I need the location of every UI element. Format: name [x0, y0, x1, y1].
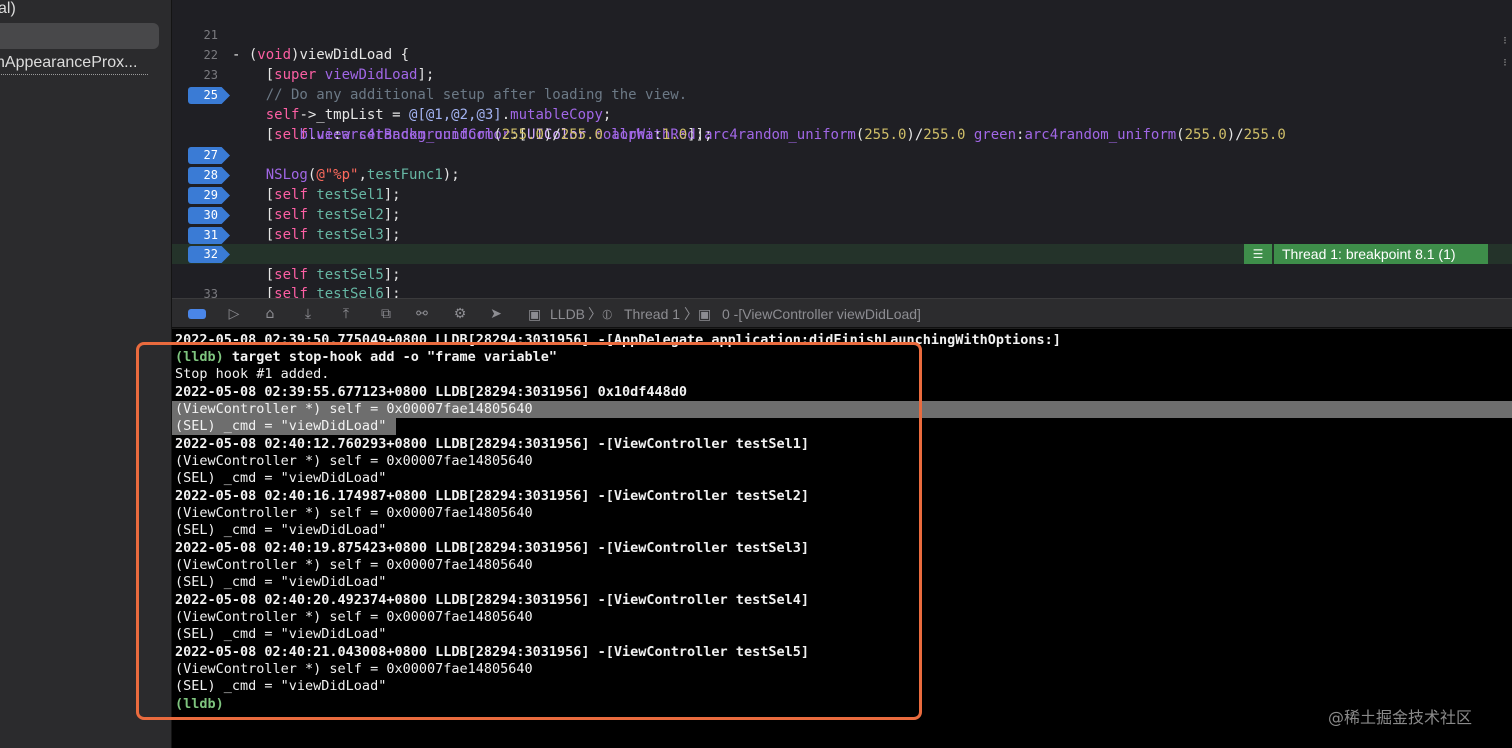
breakpoint-marker[interactable]: 29	[188, 187, 230, 204]
breakpoint-marker[interactable]: 31	[188, 227, 230, 244]
debug-bar: ▷ ⌂ ⤓ ⤒ ⧉ ⚯ ⚙ ➤ ▣ LLDB 〉 ⦶ Thread 1 〉 ▣ …	[172, 298, 1512, 328]
console-line: (SEL) _cmd = "viewDidLoad"	[175, 574, 387, 590]
console-command-line: (lldb) target stop-hook add -o "frame va…	[175, 349, 558, 365]
console-line: 2022-05-08 02:40:16.174987+0800 LLDB[282…	[175, 488, 809, 504]
chevron-right-icon: 〉	[684, 306, 698, 322]
watermark: @稀土掘金技术社区	[1328, 708, 1473, 727]
code-line: 29 [self testSel3];	[172, 185, 1512, 243]
console-line: (ViewController *) self = 0x00007fae1480…	[175, 557, 533, 573]
breakpoint-marker[interactable]: 27	[188, 147, 230, 164]
console-line: 2022-05-08 02:39:55.677123+0800 LLDB[282…	[175, 384, 688, 400]
step-out-icon[interactable]: ⤒	[336, 304, 356, 324]
breakpoint-marker[interactable]: 30	[188, 207, 230, 224]
debug-console[interactable]: 2022-05-08 02:39:50.775049+0800 LLDB[282…	[172, 329, 1512, 748]
crumb-process[interactable]: LLDB	[550, 304, 585, 324]
navigator-selected-row[interactable]	[0, 23, 159, 49]
console-line: 2022-05-08 02:40:21.043008+0800 LLDB[282…	[175, 644, 809, 660]
console-line: (SEL) _cmd = "viewDidLoad"	[175, 522, 387, 538]
console-line: 2022-05-08 02:40:20.492374+0800 LLDB[282…	[175, 592, 809, 608]
breakpoints-toggle-icon[interactable]	[188, 309, 206, 319]
memory-graph-icon[interactable]: ⚯	[412, 304, 432, 324]
code-line: 31 [self testSel5];	[172, 225, 1512, 283]
console-line: (ViewController *) self = 0x00007fae1480…	[175, 401, 533, 417]
minimap-glyph-icon: ⁝	[1503, 56, 1507, 69]
thread-icon: ⦶	[602, 306, 613, 322]
navigator-item[interactable]: nAppearanceProx...	[0, 54, 148, 75]
console-line: (ViewController *) self = 0x00007fae1480…	[175, 505, 533, 521]
code-line: 30 [self testSel4];	[172, 205, 1512, 263]
code-line: 25 [self.view setBackgroundColor:[UIColo…	[172, 85, 1512, 143]
console-line: 2022-05-08 02:39:50.775049+0800 LLDB[282…	[175, 332, 1061, 348]
console-line: (SEL) _cmd = "viewDidLoad"	[175, 418, 387, 434]
console-line: Stop hook #1 added.	[175, 366, 330, 382]
code-line: blue:arc4random_uniform(255.0)/255.0 alp…	[172, 105, 1512, 143]
continue-icon[interactable]: ▷	[224, 304, 244, 324]
console-line: 2022-05-08 02:40:19.875423+0800 LLDB[282…	[175, 540, 809, 556]
thread-menu-icon[interactable]: ☰	[1244, 244, 1272, 264]
simulate-location-icon[interactable]: ➤	[486, 304, 506, 324]
breakpoint-marker[interactable]: 28	[188, 167, 230, 184]
project-navigator: al) nAppearanceProx...	[0, 0, 172, 748]
code-line: 22 [super viewDidLoad];	[172, 25, 1512, 83]
code-line: 21 - (void)viewDidLoad {	[172, 5, 1512, 63]
view-hierarchy-icon[interactable]: ⧉	[376, 304, 396, 324]
breakpoint-marker[interactable]: 25	[188, 87, 230, 104]
environment-overrides-icon[interactable]: ⚙	[450, 304, 470, 324]
navigator-item[interactable]: al)	[0, 0, 16, 18]
console-prompt[interactable]: (lldb)	[175, 696, 224, 713]
console-command: target stop-hook add -o "frame variable"	[231, 349, 558, 365]
thread-badge-label: Thread 1: breakpoint 8.1 (1)	[1274, 244, 1488, 264]
code-line: 33 }	[172, 264, 1512, 298]
crumb-thread[interactable]: Thread 1	[624, 304, 680, 324]
code-line: 24 self->_tmpList = @[@1,@2,@3].mutableC…	[172, 65, 1512, 123]
chevron-right-icon: 〉	[588, 306, 602, 322]
code-line: 27 [self testSel1];	[172, 145, 1512, 203]
thread-indicator[interactable]: ☰ Thread 1: breakpoint 8.1 (1)	[1244, 244, 1488, 264]
crumb-frame[interactable]: 0 -[ViewController viewDidLoad]	[722, 304, 921, 324]
code-line: 23 // Do any additional setup after load…	[172, 45, 1512, 103]
console-line: (SEL) _cmd = "viewDidLoad"	[175, 626, 387, 642]
step-over-icon[interactable]: ⌂	[260, 304, 280, 324]
console-line: 2022-05-08 02:40:12.760293+0800 LLDB[282…	[175, 436, 809, 452]
console-line: (SEL) _cmd = "viewDidLoad"	[175, 678, 387, 694]
step-into-icon[interactable]: ⤓	[298, 304, 318, 324]
console-line: (ViewController *) self = 0x00007fae1480…	[175, 661, 533, 677]
code-line: 28 [self testSel2];	[172, 165, 1512, 223]
minimap-icons: ⁝ ⁝	[1498, 30, 1512, 74]
minimap-glyph-icon: ⁝	[1503, 34, 1507, 47]
code-line: 34 - (void)touchesBegan:(NSSet<UITouch *…	[172, 284, 1512, 298]
console-line: (ViewController *) self = 0x00007fae1480…	[175, 609, 533, 625]
app-icon: ▣	[528, 306, 542, 322]
user-icon: ▣	[698, 306, 712, 322]
code-line: 26 NSLog(@"%p",testFunc1);	[172, 125, 1512, 183]
console-line: (SEL) _cmd = "viewDidLoad"	[175, 470, 387, 486]
console-line: (ViewController *) self = 0x00007fae1480…	[175, 453, 533, 469]
breakpoint-marker[interactable]: 32	[188, 246, 230, 263]
